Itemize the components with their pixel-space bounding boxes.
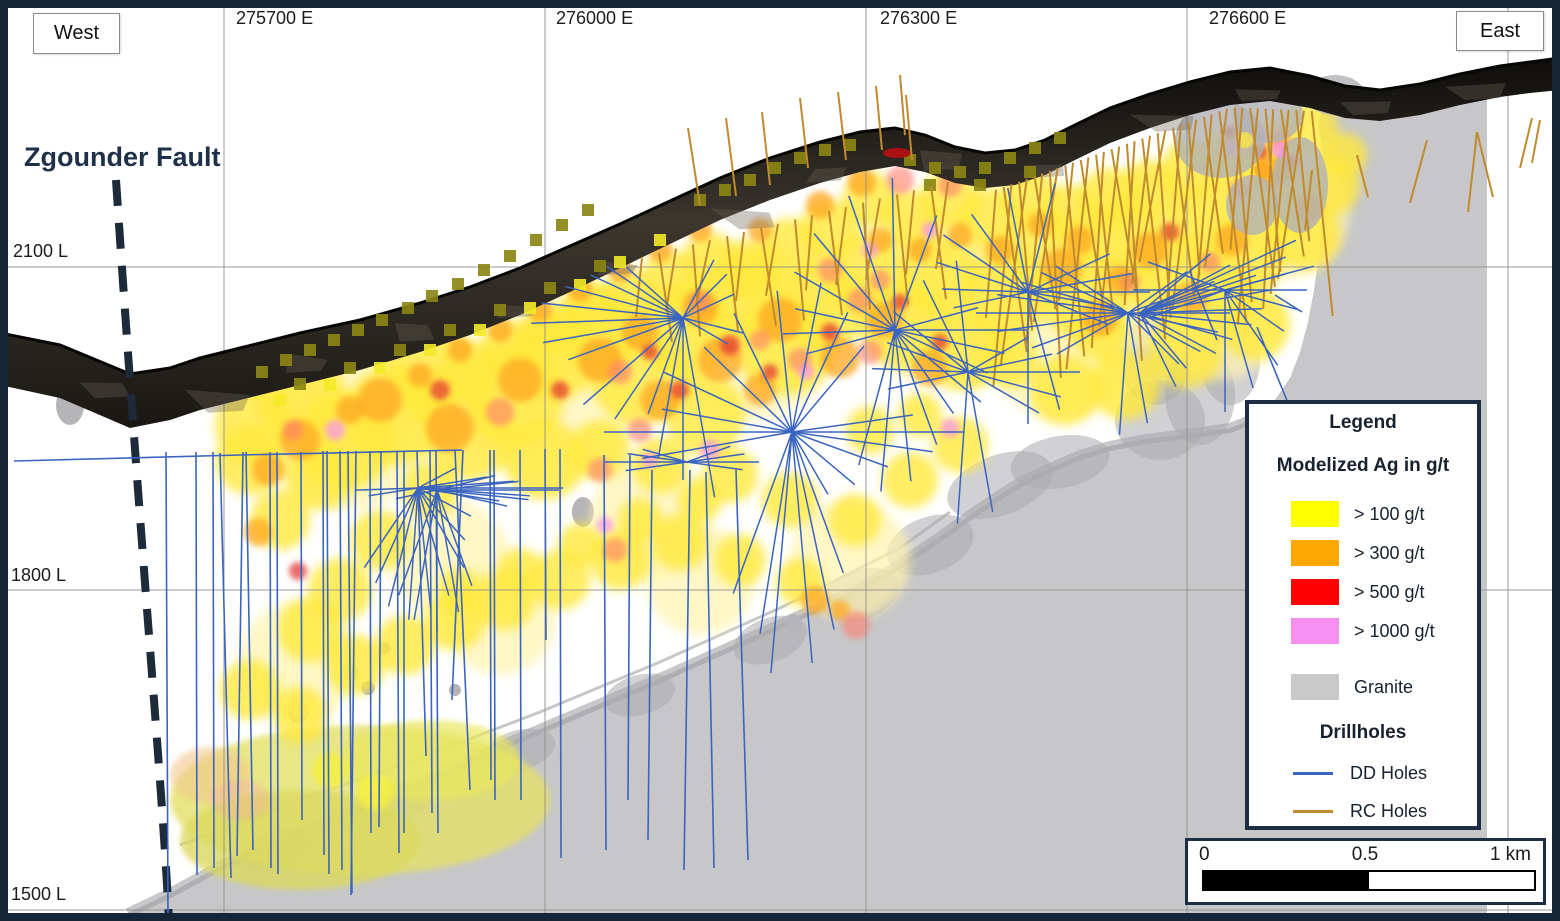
level-tick-1500: 1500 L xyxy=(11,884,66,905)
easting-tick-276300: 276300 E xyxy=(880,8,957,29)
scale-one-km-label: 1 km xyxy=(1490,844,1531,866)
east-label: East xyxy=(1480,20,1520,43)
scale-bar: 0 0.5 1 km xyxy=(1185,838,1546,905)
legend-title: Legend xyxy=(1249,412,1477,434)
grade-300-swatch xyxy=(1291,540,1339,566)
granite-swatch xyxy=(1291,674,1339,700)
scale-zero-label: 0 xyxy=(1199,844,1210,866)
west-label: West xyxy=(54,22,99,45)
legend-item-granite: Granite xyxy=(1291,674,1477,700)
grade-1000-label: > 1000 g/t xyxy=(1354,621,1435,642)
zgounder-fault-line xyxy=(116,180,169,921)
legend-panel: Legend Modelized Ag in g/t > 100 g/t > 3… xyxy=(1245,400,1481,830)
level-tick-2100: 2100 L xyxy=(13,241,68,262)
grade-500-label: > 500 g/t xyxy=(1354,582,1425,603)
grade-100-label: > 100 g/t xyxy=(1354,504,1425,525)
grade-500-swatch xyxy=(1291,579,1339,605)
scale-bar-black-half xyxy=(1204,872,1369,889)
legend-drillholes-title: Drillholes xyxy=(1249,722,1477,744)
scale-bar-labels: 0 0.5 1 km xyxy=(1188,841,1543,865)
rc-holes-label: RC Holes xyxy=(1350,801,1427,822)
grade-1000-swatch xyxy=(1291,618,1339,644)
easting-tick-276000: 276000 E xyxy=(556,8,633,29)
legend-item-dd-holes: DD Holes xyxy=(1293,764,1477,782)
legend-item-1000: > 1000 g/t xyxy=(1291,618,1477,644)
rc-holes-line-sample xyxy=(1293,810,1333,813)
scale-half-label: 0.5 xyxy=(1338,844,1392,866)
granite-label: Granite xyxy=(1354,677,1413,698)
cross-section-figure: West East 275700 E 276000 E 276300 E 276… xyxy=(0,0,1560,921)
grade-100-swatch xyxy=(1291,501,1339,527)
legend-subtitle: Modelized Ag in g/t xyxy=(1249,455,1477,477)
legend-item-300: > 300 g/t xyxy=(1291,540,1477,566)
fault-label: Zgounder Fault xyxy=(24,142,220,173)
easting-tick-275700: 275700 E xyxy=(236,8,313,29)
easting-tick-276600: 276600 E xyxy=(1209,8,1286,29)
legend-item-500: > 500 g/t xyxy=(1291,579,1477,605)
grade-300-label: > 300 g/t xyxy=(1354,543,1425,564)
legend-item-rc-holes: RC Holes xyxy=(1293,802,1477,820)
east-label-box: East xyxy=(1456,11,1544,51)
legend-item-100: > 100 g/t xyxy=(1291,501,1477,527)
west-label-box: West xyxy=(33,13,120,54)
dd-holes-label: DD Holes xyxy=(1350,763,1427,784)
scale-bar-graphic xyxy=(1202,870,1536,891)
dd-holes-line-sample xyxy=(1293,772,1333,775)
level-tick-1800: 1800 L xyxy=(11,565,66,586)
